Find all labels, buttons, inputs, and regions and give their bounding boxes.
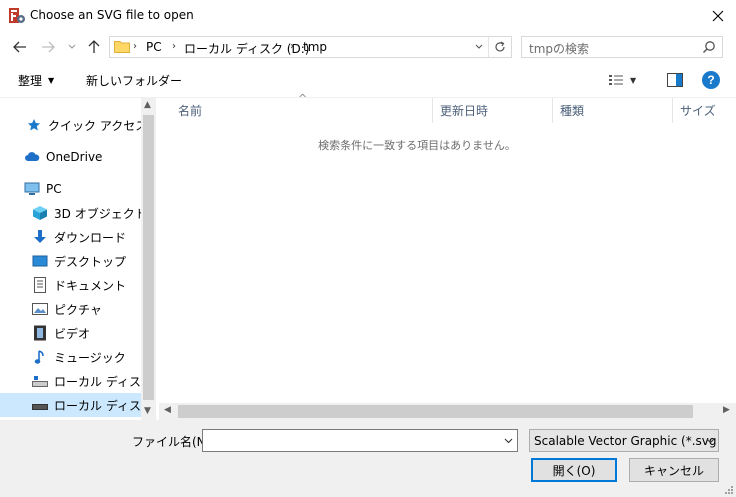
back-button[interactable] (10, 37, 30, 57)
column-header-label: サイズ (680, 104, 716, 118)
sidebar-item-onedrive[interactable]: OneDrive (24, 145, 102, 169)
star-icon (26, 117, 42, 133)
navigation-pane: クイック アクセス OneDrive PC 3D オブジェクト ダウンロード デ… (0, 98, 156, 420)
file-list-scroll-thumb[interactable] (178, 405, 693, 418)
column-header-date-modified[interactable]: 更新日時 (432, 98, 552, 123)
folder-icon (114, 40, 130, 53)
chevron-down-icon (706, 438, 714, 443)
breadcrumb-separator: › (172, 41, 176, 52)
close-icon (712, 10, 724, 21)
sidebar-item-label: 3D オブジェクト (54, 206, 147, 221)
recent-locations-button[interactable] (65, 39, 79, 55)
empty-folder-message: 検索条件に一致する項目はありません。 (318, 139, 516, 152)
sidebar-item-documents[interactable]: ドキュメント (32, 273, 126, 297)
organize-label: 整理 (18, 73, 43, 88)
sidebar-item-label: クイック アクセス (48, 118, 148, 133)
new-folder-button[interactable]: 新しいフォルダー (80, 67, 188, 93)
video-icon (32, 325, 48, 341)
refresh-button[interactable] (488, 37, 510, 57)
arrow-left-icon (13, 41, 26, 53)
scroll-right-icon[interactable]: ▶ (723, 405, 730, 415)
sidebar-item-local-disk-c[interactable]: ローカル ディスク (C (32, 369, 156, 393)
chevron-down-icon (68, 44, 76, 49)
organize-button[interactable]: 整理 ▼ (12, 67, 60, 93)
sidebar-item-label: PC (46, 182, 62, 196)
preview-pane-button[interactable] (664, 70, 686, 90)
address-dropdown-button[interactable] (472, 39, 486, 55)
preview-pane-icon (667, 73, 683, 87)
breadcrumb-separator: › (290, 41, 294, 52)
cube-icon (32, 205, 48, 221)
scroll-left-icon[interactable]: ◀ (164, 405, 171, 415)
cloud-icon (24, 149, 40, 165)
picture-icon (32, 301, 48, 317)
breadcrumb-pc[interactable]: PC (146, 40, 162, 54)
column-header-name[interactable]: 名前 (170, 98, 432, 123)
details-view-icon (609, 75, 623, 85)
music-icon (32, 349, 48, 365)
filename-dropdown-button[interactable] (500, 430, 517, 451)
forward-button[interactable] (38, 37, 58, 57)
search-input[interactable]: tmpの検索 (529, 40, 589, 57)
cancel-button-label: キャンセル (643, 463, 704, 478)
refresh-icon (494, 41, 505, 52)
dropdown-arrow-icon: ▼ (48, 75, 55, 85)
column-header-size[interactable]: サイズ (672, 98, 734, 123)
sidebar-item-label: ピクチャ (54, 302, 102, 317)
computer-icon (24, 181, 40, 197)
desktop-icon (32, 253, 48, 269)
sidebar-item-pictures[interactable]: ピクチャ (32, 297, 102, 321)
open-button-label: 開く(O) (552, 463, 596, 478)
column-header-label: 更新日時 (440, 104, 489, 118)
chevron-down-icon (475, 44, 483, 49)
sidebar-item-desktop[interactable]: デスクトップ (32, 249, 126, 273)
sidebar-item-label: OneDrive (46, 150, 103, 164)
sidebar-item-label: ドキュメント (54, 278, 127, 293)
sidebar-item-label: ミュージック (54, 350, 126, 365)
help-button[interactable]: ? (702, 71, 720, 89)
arrow-right-icon (42, 41, 55, 53)
sidebar-item-pc[interactable]: PC (24, 177, 62, 201)
scroll-up-icon[interactable]: ▲ (144, 100, 151, 110)
new-folder-label: 新しいフォルダー (86, 73, 183, 88)
up-button[interactable] (85, 37, 103, 57)
sidebar-item-3d-objects[interactable]: 3D オブジェクト (32, 201, 147, 225)
filename-input[interactable] (202, 429, 518, 452)
app-icon (8, 7, 26, 25)
open-button[interactable]: 開く(O) (531, 458, 617, 482)
drive-icon (32, 373, 48, 389)
sidebar-item-downloads[interactable]: ダウンロード (32, 225, 126, 249)
sidebar-item-quick-access[interactable]: クイック アクセス (26, 113, 147, 137)
column-header-label: 種類 (560, 104, 585, 118)
chevron-down-icon (504, 438, 513, 443)
column-header-type[interactable]: 種類 (552, 98, 672, 123)
sidebar-item-music[interactable]: ミュージック (32, 345, 126, 369)
sidebar-scroll-thumb[interactable] (143, 115, 154, 400)
change-view-button[interactable]: ▼ (608, 70, 650, 90)
breadcrumb-separator: › (133, 41, 137, 52)
download-icon (32, 229, 48, 245)
search-icon[interactable] (702, 40, 716, 54)
sidebar-item-label: ビデオ (54, 326, 91, 341)
sidebar-item-videos[interactable]: ビデオ (32, 321, 90, 345)
file-type-value: Scalable Vector Graphic (*.svg * (534, 433, 719, 448)
arrow-up-icon (88, 40, 100, 53)
resize-grip-icon[interactable] (722, 483, 734, 495)
breadcrumb-tmp[interactable]: tmp (303, 40, 327, 54)
file-type-dropdown-button[interactable] (702, 430, 718, 451)
column-header-label: 名前 (178, 104, 203, 118)
window-title: Choose an SVG file to open (30, 8, 194, 22)
sidebar-item-label: デスクトップ (54, 254, 127, 269)
file-type-select[interactable]: Scalable Vector Graphic (*.svg * (529, 429, 719, 452)
help-icon: ? (707, 73, 715, 87)
scroll-down-icon[interactable]: ▼ (144, 406, 151, 416)
sidebar-item-local-disk-d[interactable]: ローカル ディスク (D (0, 393, 156, 417)
document-icon (32, 277, 48, 293)
drive-icon (32, 397, 48, 413)
close-button[interactable] (700, 0, 736, 31)
cancel-button[interactable]: キャンセル (629, 458, 719, 482)
dropdown-arrow-icon: ▼ (630, 75, 637, 85)
sidebar-item-label: ダウンロード (54, 230, 127, 245)
